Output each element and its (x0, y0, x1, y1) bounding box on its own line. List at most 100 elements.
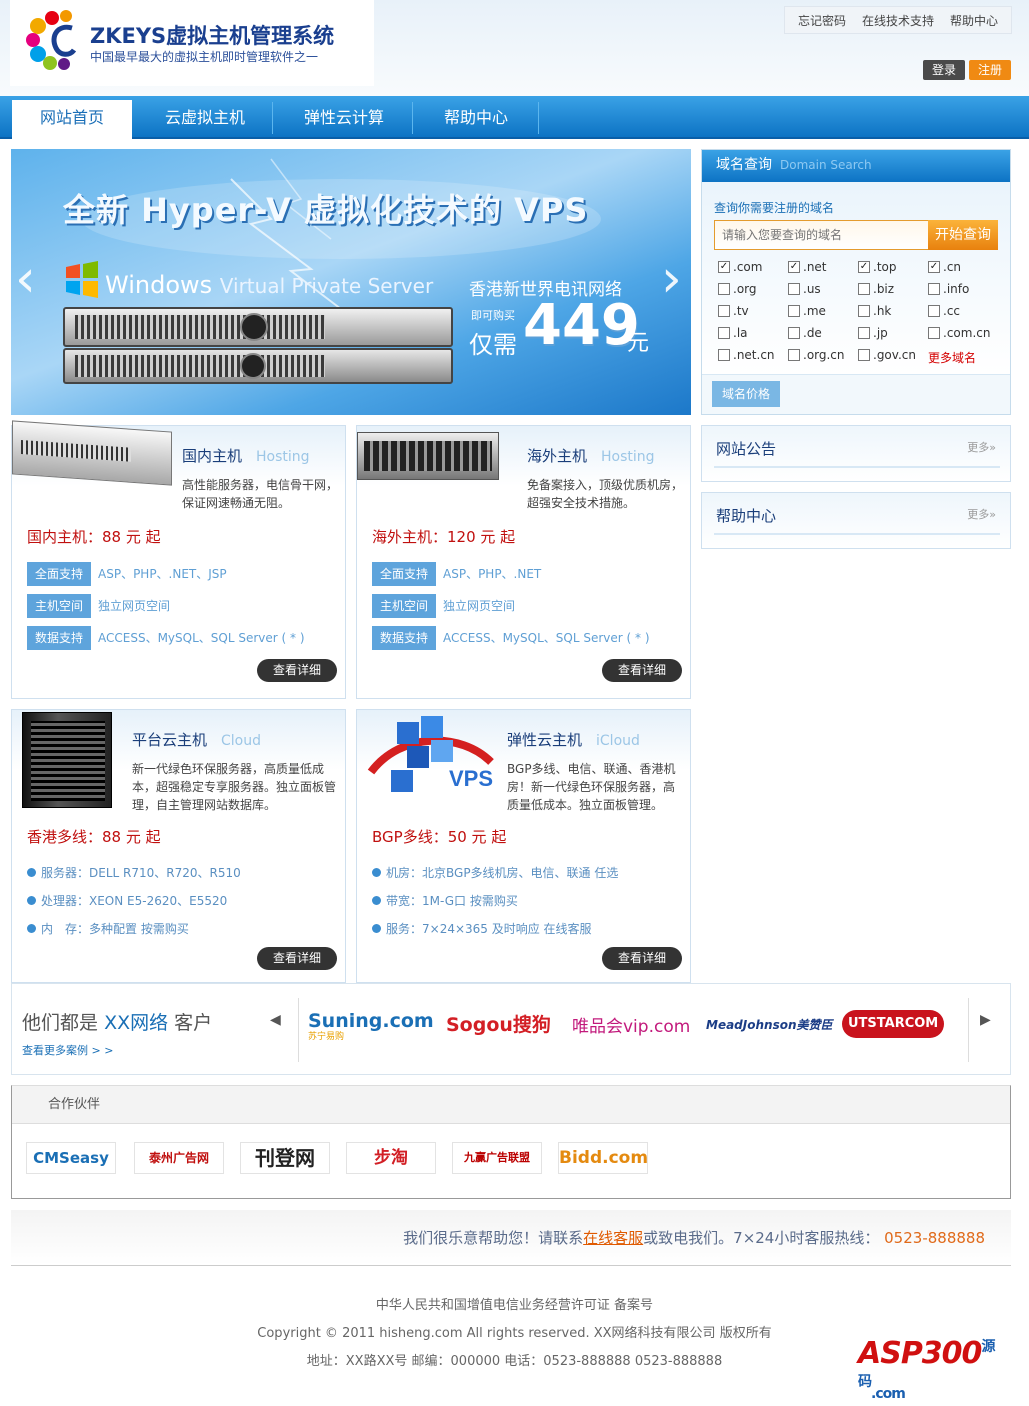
domain-search-input[interactable] (714, 220, 928, 250)
partner-logo[interactable]: 步淘 (346, 1142, 436, 1174)
nav-item-elastic-cloud[interactable]: 弹性云计算 (276, 96, 412, 139)
tech-support-link[interactable]: 在线技术支持 (862, 12, 934, 29)
more-cases-link[interactable]: 查看更多案例 > > (22, 1042, 113, 1058)
view-details-button[interactable]: 查看详细 (602, 659, 682, 682)
top-links: 忘记密码 在线技术支持 帮助中心 (784, 6, 1012, 34)
checkbox-icon[interactable] (858, 305, 870, 317)
product-card-overseas: 海外主机 Hosting 免备案接入，顶级优质机房， 超强安全技术措施。 海外主机：… (356, 425, 691, 699)
tld-checkbox[interactable]: .net.cn (718, 348, 775, 362)
checkbox-icon[interactable] (718, 327, 730, 339)
tld-checkbox[interactable]: ✓ .com (718, 260, 762, 274)
domain-search-button[interactable]: 开始查询 (928, 220, 998, 250)
checkbox-icon[interactable] (718, 349, 730, 361)
checkbox-icon[interactable] (928, 327, 940, 339)
logo-icon (26, 10, 77, 70)
tld-checkbox[interactable]: .biz (858, 282, 894, 296)
tld-checkbox[interactable]: .gov.cn (858, 348, 916, 362)
checkbox-icon[interactable] (928, 305, 940, 317)
tld-checkbox[interactable]: .hk (858, 304, 891, 318)
tld-checkbox[interactable]: .org (718, 282, 757, 296)
nav-divider (538, 102, 539, 134)
help-box-title: 帮助中心 (716, 507, 777, 525)
clients-next-arrow[interactable]: ▶ (980, 1012, 991, 1028)
help-box-more-link[interactable]: 更多» (967, 506, 996, 522)
checkbox-icon[interactable] (788, 283, 800, 295)
tld-label: .de (803, 326, 822, 340)
tld-checkbox[interactable]: ✓ .top (858, 260, 896, 274)
tld-checkbox[interactable]: ✓ .net (788, 260, 827, 274)
product-desc: 新一代绿色环保服务器，高质量低成 本，超强稳定专享服务器。独立面板管 理，自主管理网… (132, 762, 337, 812)
tld-label: .org.cn (803, 348, 845, 362)
more-domains-link[interactable]: 更多域名 (928, 349, 976, 366)
checkbox-icon[interactable]: ✓ (788, 261, 800, 273)
tld-checkbox[interactable]: .me (788, 304, 826, 318)
spec-tag: 数据支持 (372, 626, 436, 650)
tld-checkbox[interactable]: .us (788, 282, 821, 296)
server-image (63, 307, 453, 347)
partner-logo[interactable]: 刊登网 (240, 1142, 330, 1174)
checkbox-icon[interactable] (718, 283, 730, 295)
tld-checkbox[interactable]: .info (928, 282, 969, 296)
logo[interactable]: ZKEYS虚拟主机管理系统 中国最早最大的虚拟主机即时管理软件之一 (10, 0, 374, 86)
tld-checkbox[interactable]: .de (788, 326, 822, 340)
divider (968, 998, 969, 1062)
banner-buy-now: 即可购买 (471, 309, 515, 322)
watermark-logo: ASP300源码.com (858, 1336, 995, 1402)
product-desc: 免备案接入，顶级优质机房， 超强安全技术措施。 (527, 478, 684, 510)
announcement-box: 网站公告 更多» (701, 425, 1011, 482)
view-details-button[interactable]: 查看详细 (602, 947, 682, 970)
tld-checkbox[interactable]: .la (718, 326, 748, 340)
checkbox-icon[interactable]: ✓ (928, 261, 940, 273)
forgot-password-link[interactable]: 忘记密码 (798, 12, 846, 29)
view-details-button[interactable]: 查看详细 (257, 659, 337, 682)
nav-item-home[interactable]: 网站首页 (12, 100, 132, 139)
domain-search-header: 域名查询 Domain Search (702, 150, 1010, 182)
online-service-link[interactable]: 在线客服 (583, 1229, 643, 1247)
checkbox-icon[interactable] (858, 349, 870, 361)
tld-checkbox[interactable]: ✓ .cn (928, 260, 961, 274)
partner-logo[interactable]: Bidd.com (558, 1142, 648, 1174)
tld-label: .com (733, 260, 763, 274)
tld-checkbox[interactable]: .tv (718, 304, 749, 318)
banner-next-arrow[interactable]: › (661, 249, 682, 309)
checkbox-icon[interactable] (788, 305, 800, 317)
login-button[interactable]: 登录 (923, 60, 965, 80)
banner-headline: 全新 Hyper-V 虚拟化技术的 VPS (63, 191, 589, 229)
domain-search-body: 查询你需要注册的域名 开始查询 ✓.com✓.net✓.top✓.cn.org.… (702, 182, 1010, 374)
checkbox-icon[interactable] (858, 283, 870, 295)
product-card-domestic: 国内主机 Hosting 高性能服务器，电信骨干网， 保证网速畅通无阻。 国内主机：… (11, 420, 346, 699)
partner-logo[interactable]: 泰州广告网 (134, 1142, 224, 1174)
banner-prev-arrow[interactable]: ‹ (15, 249, 36, 309)
partner-logo[interactable]: CMSeasy (26, 1142, 116, 1174)
divider (714, 466, 1000, 468)
register-button[interactable]: 注册 (969, 60, 1011, 80)
partners-title: 合作伙伴 (12, 1086, 1010, 1124)
checkbox-icon[interactable] (718, 305, 730, 317)
tld-checkbox[interactable]: .com.cn (928, 326, 990, 340)
main-nav: 网站首页 云虚拟主机 弹性云计算 帮助中心 (0, 96, 1029, 139)
nav-item-help[interactable]: 帮助中心 (414, 96, 538, 139)
view-details-button[interactable]: 查看详细 (257, 947, 337, 970)
tld-label: .net.cn (733, 348, 775, 362)
checkbox-icon[interactable]: ✓ (858, 261, 870, 273)
bullet-icon (372, 924, 381, 933)
partner-logo[interactable]: 九赢广告联盟 (452, 1142, 542, 1174)
divider (298, 998, 299, 1062)
checkbox-icon[interactable] (788, 327, 800, 339)
checkbox-icon[interactable] (788, 349, 800, 361)
announcement-more-link[interactable]: 更多» (967, 439, 996, 455)
domain-price-button[interactable]: 域名价格 (712, 381, 780, 407)
checkbox-icon[interactable] (858, 327, 870, 339)
checkbox-icon[interactable]: ✓ (718, 261, 730, 273)
tld-checkbox[interactable]: .cc (928, 304, 960, 318)
help-center-link[interactable]: 帮助中心 (950, 12, 998, 29)
tld-checkbox[interactable]: .org.cn (788, 348, 845, 362)
clients-prev-arrow[interactable]: ◀ (270, 1012, 281, 1028)
promo-banner[interactable]: 全新 Hyper-V 虚拟化技术的 VPS Windows Virtual Pr… (11, 149, 691, 415)
rack-server-image (12, 420, 172, 486)
nav-item-cloud-host[interactable]: 云虚拟主机 (140, 96, 270, 139)
product-title: 平台云主机 Cloud (132, 731, 262, 749)
tld-checkbox[interactable]: .jp (858, 326, 888, 340)
checkbox-icon[interactable] (928, 283, 940, 295)
bullet-icon (372, 868, 381, 877)
